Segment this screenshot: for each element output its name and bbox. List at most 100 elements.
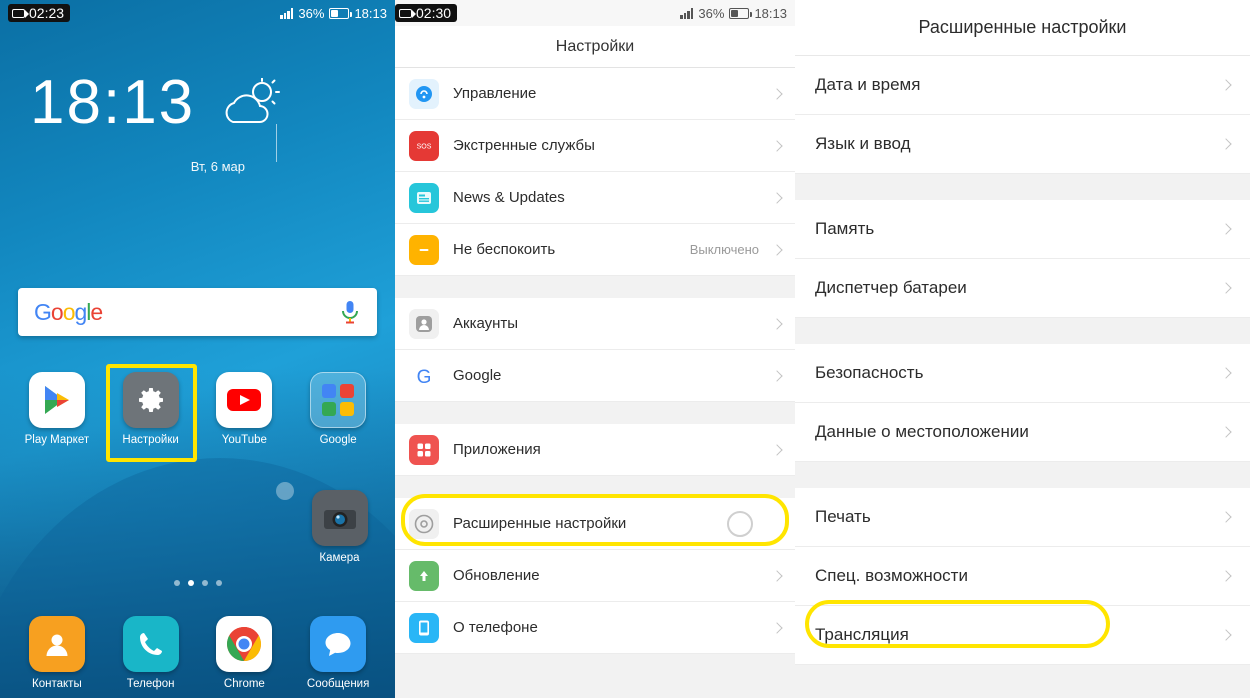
row-label: О телефоне bbox=[453, 619, 538, 636]
sos-icon: SOS bbox=[409, 130, 439, 161]
advanced-row-datetime[interactable]: Дата и время bbox=[795, 56, 1250, 115]
advanced-row-language[interactable]: Язык и ввод bbox=[795, 115, 1250, 174]
group-separator bbox=[795, 174, 1250, 200]
advanced-row-cast[interactable]: Трансляция bbox=[795, 600, 1250, 665]
advanced-row-battery[interactable]: Диспетчер батареи bbox=[795, 259, 1250, 318]
dock-label: Телефон bbox=[126, 678, 175, 690]
app-google-folder[interactable]: Google bbox=[291, 372, 385, 446]
chevron-right-icon bbox=[771, 443, 783, 456]
advanced-row-accessibility[interactable]: Спец. возможности bbox=[795, 547, 1250, 606]
dock-label: Сообщения bbox=[306, 678, 370, 690]
row-label: Трансляция bbox=[815, 625, 909, 644]
settings-row-advanced[interactable]: Расширенные настройки bbox=[395, 494, 795, 550]
microphone-icon[interactable] bbox=[339, 299, 361, 325]
settings-row-management[interactable]: Управление bbox=[395, 68, 795, 120]
settings-title: Настройки bbox=[395, 26, 795, 68]
chrome-icon bbox=[216, 616, 273, 672]
advanced-row-security[interactable]: Безопасность bbox=[795, 344, 1250, 403]
group-separator bbox=[795, 462, 1250, 488]
clock-date-separator bbox=[276, 124, 277, 162]
app-youtube[interactable]: YouTube bbox=[198, 372, 292, 446]
row-label: Аккаунты bbox=[453, 315, 519, 332]
messages-icon bbox=[310, 616, 367, 672]
signal-bars-icon bbox=[280, 7, 294, 19]
advanced-row-location[interactable]: Данные о местоположении bbox=[795, 403, 1250, 462]
chevron-right-icon bbox=[1220, 223, 1232, 235]
settings-row-apps[interactable]: Приложения bbox=[395, 424, 795, 476]
group-separator bbox=[395, 402, 795, 424]
page-dot bbox=[173, 580, 180, 586]
battery-icon bbox=[729, 7, 753, 19]
advanced-settings-panel: Расширенные настройки Дата и время Язык … bbox=[795, 0, 1250, 698]
google-logo: Google bbox=[34, 298, 103, 325]
app-label: Google bbox=[319, 434, 357, 446]
dock-contacts[interactable]: Контакты bbox=[10, 616, 104, 690]
row-label: Приложения bbox=[453, 441, 541, 458]
weather-icon bbox=[221, 77, 283, 135]
row-label: Диспетчер батареи bbox=[815, 278, 967, 297]
app-settings[interactable]: Настройки bbox=[104, 364, 198, 462]
advanced-settings-icon bbox=[409, 508, 439, 539]
chevron-right-icon bbox=[1220, 570, 1232, 582]
settings-row-update[interactable]: Обновление bbox=[395, 550, 795, 602]
settings-row-emergency[interactable]: SOS Экстренные службы bbox=[395, 120, 795, 172]
contacts-icon bbox=[28, 616, 85, 672]
gesture-icon bbox=[409, 78, 439, 109]
settings-status-bar: 02:30 36% 18:13 bbox=[395, 0, 795, 26]
settings-row-accounts[interactable]: Аккаунты bbox=[395, 298, 795, 350]
phone-icon bbox=[122, 616, 179, 672]
row-label: Расширенные настройки bbox=[453, 515, 627, 532]
settings-status-right: 36% 18:13 bbox=[680, 6, 787, 21]
advanced-row-print[interactable]: Печать bbox=[795, 488, 1250, 547]
settings-row-dnd[interactable]: Не беспокоить Выключено bbox=[395, 224, 795, 276]
group-separator bbox=[795, 318, 1250, 344]
app-row-1: Play Маркет Настройки YouTube Google bbox=[10, 364, 385, 462]
advanced-row-storage[interactable]: Память bbox=[795, 200, 1250, 259]
row-label: Не беспокоить bbox=[453, 241, 556, 258]
account-icon bbox=[409, 308, 439, 339]
dock-label: Chrome bbox=[223, 678, 265, 690]
settings-row-about[interactable]: О телефоне bbox=[395, 602, 795, 654]
clock-widget[interactable]: 18:13 Вт, 6 мар bbox=[0, 72, 395, 174]
recording-time: 02:30 bbox=[416, 5, 452, 21]
row-label: Управление bbox=[453, 85, 537, 102]
signal-bars-icon bbox=[680, 7, 694, 19]
group-separator bbox=[395, 476, 795, 498]
video-camera-icon bbox=[399, 8, 416, 18]
chevron-right-icon bbox=[771, 243, 783, 256]
chevron-right-icon bbox=[771, 621, 783, 634]
dock-phone[interactable]: Телефон bbox=[104, 616, 198, 690]
chevron-right-icon bbox=[1220, 138, 1232, 150]
chevron-right-icon bbox=[771, 369, 783, 382]
widget-date: Вт, 6 мар bbox=[190, 159, 245, 174]
google-search-bar[interactable]: Google bbox=[18, 288, 377, 336]
screen-recorder-badge: 02:30 bbox=[395, 4, 458, 22]
dock-chrome[interactable]: Chrome bbox=[198, 616, 292, 690]
chevron-right-icon bbox=[771, 87, 783, 100]
chevron-right-icon bbox=[1220, 629, 1232, 641]
dock-messages[interactable]: Сообщения bbox=[291, 616, 385, 690]
page-indicator bbox=[0, 580, 395, 586]
screen-recorder-badge: 02:23 bbox=[8, 4, 71, 22]
screenshot-stage: 02:23 36% 18:13 18:13 Вт, 6 мар Google P… bbox=[0, 0, 1250, 698]
update-icon bbox=[409, 560, 439, 591]
news-icon bbox=[409, 182, 439, 213]
svg-text:SOS: SOS bbox=[417, 143, 432, 150]
settings-row-news[interactable]: News & Updates bbox=[395, 172, 795, 224]
about-phone-icon bbox=[409, 612, 439, 643]
chevron-right-icon bbox=[1220, 79, 1232, 91]
chevron-right-icon bbox=[1220, 511, 1232, 523]
apps-icon bbox=[409, 434, 439, 465]
dock: Контакты Телефон Chrome Сообщения bbox=[0, 616, 395, 690]
row-label: Google bbox=[453, 367, 502, 384]
chevron-right-icon bbox=[1220, 282, 1232, 294]
page-dot bbox=[201, 580, 208, 586]
app-play-store[interactable]: Play Маркет bbox=[10, 372, 104, 446]
row-label: News & Updates bbox=[453, 189, 565, 206]
app-label: Камера bbox=[319, 552, 360, 564]
chevron-right-icon bbox=[771, 139, 783, 152]
app-camera[interactable]: Камера bbox=[292, 490, 387, 564]
settings-row-google[interactable]: G Google bbox=[395, 350, 795, 402]
row-label: Дата и время bbox=[815, 75, 921, 94]
chevron-right-icon bbox=[771, 317, 783, 330]
